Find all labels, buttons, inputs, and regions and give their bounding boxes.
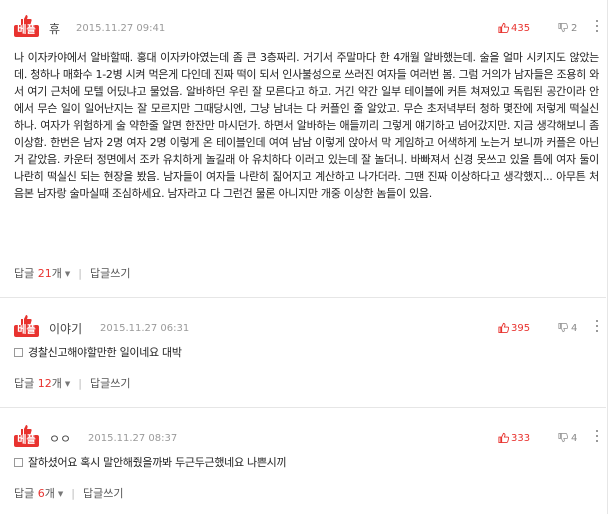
best-label: 베플 <box>14 325 39 337</box>
comment-text: 경찰신고해야할만한 일이네요 대박 <box>28 346 182 359</box>
comment-date: 2015.11.27 09:41 <box>76 23 166 34</box>
comment-item: 베플 휴 2015.11.27 09:41 435 2 나 이자카야에서 알바할… <box>0 0 612 300</box>
comment-header: 베플 휴 2015.11.27 09:41 435 2 <box>14 14 599 38</box>
comment-text: 잘하셨어요 혹시 말안해줬을까봐 두근두근했네요 나쁜시끼 <box>28 456 287 469</box>
reply-toggle-button[interactable]: 답글 21개 ▼ <box>14 267 70 280</box>
like-button[interactable]: 395 <box>498 322 530 336</box>
comment-date: 2015.11.27 06:31 <box>100 323 190 334</box>
best-badge: 베플 <box>14 424 39 448</box>
comment-header: 베플 이야기 2015.11.27 06:31 395 4 <box>14 314 599 338</box>
thumbs-down-icon <box>558 323 569 333</box>
comment-body: 나 이자카야에서 알바할때. 홍대 이자카야였는데 좀 큰 3층짜리. 거기서 … <box>14 51 600 200</box>
best-badge: 베플 <box>14 14 39 38</box>
more-options-icon[interactable] <box>595 430 599 444</box>
footer-separator: | <box>78 267 82 280</box>
reply-label: 답글 <box>14 377 35 390</box>
dislike-count: 4 <box>571 433 578 444</box>
image-placeholder-icon <box>14 458 23 467</box>
thumbs-down-icon <box>558 433 569 443</box>
thumbs-up-icon <box>21 425 32 435</box>
footer-separator: | <box>78 377 82 390</box>
best-badge: 베플 <box>14 314 39 338</box>
comment-footer: 답글 6개 ▼ | 답글쓰기 <box>14 487 123 501</box>
caret-down-icon: ▼ <box>64 270 71 278</box>
dislike-count: 2 <box>571 23 578 34</box>
count-suffix: 개 <box>44 487 55 500</box>
write-reply-button[interactable]: 답글쓰기 <box>90 267 130 280</box>
count-suffix: 개 <box>51 267 62 280</box>
comment-body: 잘하셨어요 혹시 말안해줬을까봐 두근두근했네요 나쁜시끼 <box>14 454 599 471</box>
dislike-count: 4 <box>571 323 578 334</box>
best-label: 베플 <box>14 25 39 37</box>
count-suffix: 개 <box>51 377 62 390</box>
comment-header: 베플 ㅇㅇ 2015.11.27 08:37 333 4 <box>14 424 599 448</box>
caret-down-icon: ▼ <box>57 490 64 498</box>
comment-item: 베플 이야기 2015.11.27 06:31 395 4 경찰신고해야할만한 … <box>0 300 612 410</box>
reply-label: 답글 <box>14 487 35 500</box>
more-options-icon[interactable] <box>595 320 599 334</box>
thumbs-up-icon <box>21 15 32 25</box>
reply-label: 답글 <box>14 267 35 280</box>
comment-body: 경찰신고해야할만한 일이네요 대박 <box>14 344 599 361</box>
more-options-icon[interactable] <box>595 20 599 34</box>
comment-date: 2015.11.27 08:37 <box>88 433 178 444</box>
reply-count: 21 <box>37 267 52 280</box>
like-button[interactable]: 333 <box>498 432 530 446</box>
dislike-button[interactable]: 2 <box>558 22 577 36</box>
thumbs-up-icon <box>498 432 510 443</box>
caret-down-icon: ▼ <box>64 380 71 388</box>
comment-divider <box>0 407 606 408</box>
thumbs-up-icon <box>498 322 510 333</box>
reply-count: 12 <box>37 377 52 390</box>
thumbs-down-icon <box>558 23 569 33</box>
reply-toggle-button[interactable]: 답글 12개 ▼ <box>14 377 70 390</box>
best-label: 베플 <box>14 435 39 447</box>
comment-item: 베플 ㅇㅇ 2015.11.27 08:37 333 4 잘하셨어요 혹시 말안… <box>0 410 612 514</box>
thumbs-up-icon <box>498 22 510 33</box>
footer-separator: | <box>71 487 75 500</box>
comment-footer: 답글 12개 ▼ | 답글쓰기 <box>14 377 130 391</box>
comment-nickname[interactable]: ㅇㅇ <box>49 432 71 446</box>
dislike-button[interactable]: 4 <box>558 432 577 446</box>
image-placeholder-icon <box>14 348 23 357</box>
comment-footer: 답글 21개 ▼ | 답글쓰기 <box>14 267 130 281</box>
like-button[interactable]: 435 <box>498 22 530 36</box>
like-count: 395 <box>511 323 531 334</box>
reply-toggle-button[interactable]: 답글 6개 ▼ <box>14 487 63 500</box>
write-reply-button[interactable]: 답글쓰기 <box>90 377 130 390</box>
like-count: 333 <box>511 433 531 444</box>
reply-count: 6 <box>37 487 45 500</box>
comment-nickname[interactable]: 휴 <box>49 22 60 36</box>
comment-nickname[interactable]: 이야기 <box>49 322 82 336</box>
write-reply-button[interactable]: 답글쓰기 <box>83 487 123 500</box>
dislike-button[interactable]: 4 <box>558 322 577 336</box>
comment-divider <box>0 297 606 298</box>
like-count: 435 <box>511 23 531 34</box>
thumbs-up-icon <box>21 315 32 325</box>
